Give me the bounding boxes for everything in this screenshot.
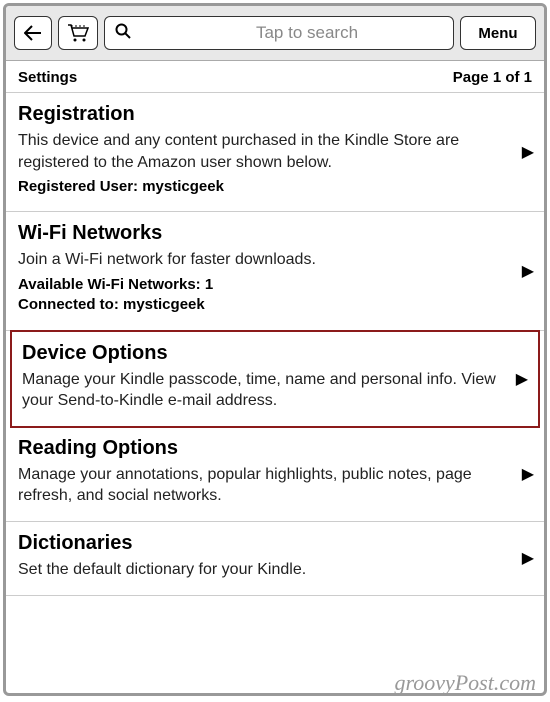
item-title: Device Options (22, 342, 526, 365)
item-desc: Set the default dictionary for your Kind… (18, 559, 530, 581)
chevron-right-icon: ▶ (516, 369, 528, 389)
toolbar: Tap to search Menu (6, 6, 544, 61)
chevron-right-icon: ▶ (522, 464, 534, 484)
page-title: Settings (18, 69, 77, 86)
watermark: groovyPost.com (394, 670, 536, 696)
chevron-right-icon: ▶ (522, 142, 534, 162)
settings-item-dictionaries[interactable]: Dictionaries Set the default dictionary … (6, 522, 544, 596)
back-button[interactable] (14, 16, 52, 50)
settings-list: Registration This device and any content… (6, 93, 544, 596)
back-arrow-icon (24, 25, 42, 41)
item-title: Wi-Fi Networks (18, 222, 530, 245)
item-title: Reading Options (18, 437, 530, 460)
window: Tap to search Menu Settings Page 1 of 1 … (3, 3, 547, 696)
item-desc: This device and any content purchased in… (18, 130, 530, 173)
item-title: Dictionaries (18, 532, 530, 555)
settings-item-device-options[interactable]: Device Options Manage your Kindle passco… (10, 330, 540, 428)
header-row: Settings Page 1 of 1 (6, 61, 544, 93)
chevron-right-icon: ▶ (522, 548, 534, 568)
settings-item-wifi[interactable]: Wi-Fi Networks Join a Wi-Fi network for … (6, 212, 544, 330)
item-meta: Registered User: mysticgeek (18, 177, 530, 197)
menu-button[interactable]: Menu (460, 16, 536, 50)
search-input[interactable]: Tap to search (104, 16, 454, 50)
store-button[interactable] (58, 16, 98, 50)
item-title: Registration (18, 103, 530, 126)
item-desc: Manage your annotations, popular highlig… (18, 464, 530, 507)
search-placeholder: Tap to search (171, 23, 443, 43)
menu-label: Menu (478, 25, 517, 42)
settings-item-reading-options[interactable]: Reading Options Manage your annotations,… (6, 427, 544, 522)
item-meta: Available Wi-Fi Networks: 1 Connected to… (18, 275, 530, 316)
search-icon (115, 23, 131, 44)
item-desc: Join a Wi-Fi network for faster download… (18, 249, 530, 271)
chevron-right-icon: ▶ (522, 261, 534, 281)
settings-item-registration[interactable]: Registration This device and any content… (6, 93, 544, 212)
cart-icon (67, 24, 89, 42)
item-desc: Manage your Kindle passcode, time, name … (22, 369, 526, 412)
page-info: Page 1 of 1 (453, 69, 532, 86)
